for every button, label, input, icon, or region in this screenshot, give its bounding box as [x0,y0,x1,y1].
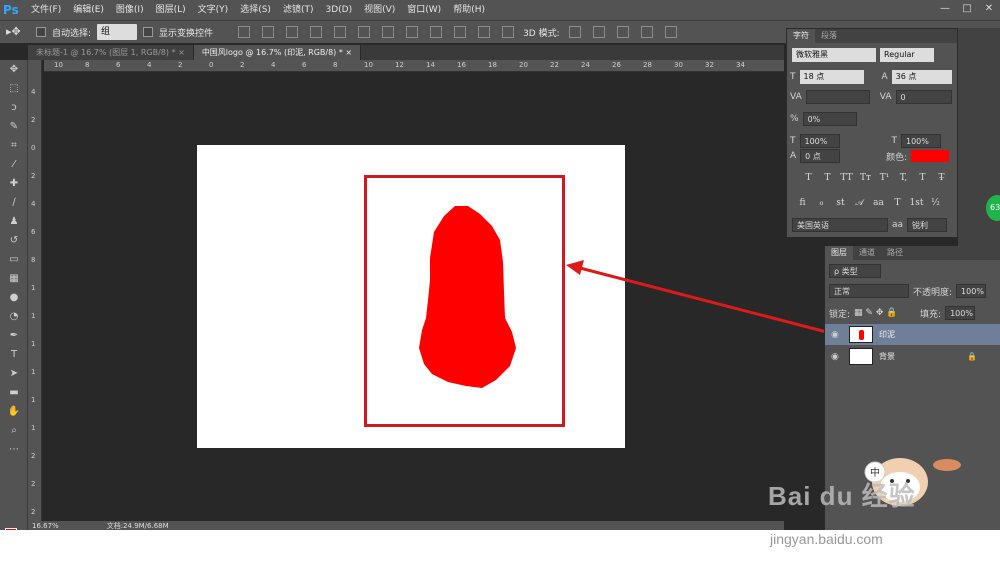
layer-name: 印泥 [879,330,895,339]
type-style-button-1[interactable]: T [820,171,835,186]
font-family-select[interactable]: 微软雅黑 [792,48,876,62]
opacity-label: 不透明度: [913,287,953,298]
language-select[interactable]: 美国英语 [792,218,888,232]
proportional-spacing-icon: % [790,114,799,124]
titling-alt-icon[interactable]: aa [871,196,886,211]
layer-name: 背景 [879,352,895,361]
tracking-icon: VA [879,92,892,102]
swash-icon[interactable]: 𝒜 [852,196,867,211]
font-size-field[interactable]: 18 点 [799,70,864,84]
tracking-field[interactable]: 0 [895,90,952,104]
layers-panel-tabs: 图层 通道 路径 [825,246,1000,260]
antialias-icon: aa [892,220,904,230]
antialias-select[interactable]: 锐利 [907,218,948,232]
highlight-box [364,175,565,427]
tab-layers[interactable]: 图层 [825,246,853,260]
eye-icon[interactable]: ◉ [831,352,843,362]
leading-field[interactable]: 36 点 [891,70,952,84]
type-style-button-0[interactable]: T [801,171,816,186]
type-style-button-5[interactable]: T, [896,171,911,186]
type-style-button-7[interactable]: T̶ [934,171,949,186]
vertical-scale-field[interactable]: 100% [799,134,840,148]
proportional-spacing-field[interactable]: 0% [802,112,857,126]
layer-filter-select[interactable]: ρ 类型 [829,264,881,278]
blend-mode-select[interactable]: 正常 [829,284,909,298]
tt-icon[interactable]: T [890,196,905,211]
layer-row-background[interactable]: ◉ 背景 🔒 [825,346,1000,367]
vertical-scale-icon: T [790,136,796,146]
character-panel: 字符 段落 微软雅黑 Regular T 18 点 A 36 点 VA VA 0… [786,28,958,238]
tab-character[interactable]: 字符 [787,29,815,43]
fill-field[interactable]: 100% [945,306,976,320]
watermark-brand: Bai du 经验 [768,481,916,511]
doc-size: 文档:24.9M/6.68M [106,521,169,530]
character-panel-tabs: 字符 段落 [787,29,957,43]
tab-paragraph[interactable]: 段落 [815,29,843,43]
type-style-button-4[interactable]: T¹ [877,171,892,186]
fill-label: 填充: [920,309,942,320]
opacity-field[interactable]: 100% [956,284,987,298]
lock-label: 锁定: [829,309,851,320]
tab-channels[interactable]: 通道 [853,246,881,260]
horizontal-scale-field[interactable]: 100% [901,134,941,148]
watermark-url: jingyan.baidu.com [770,531,883,547]
layer-thumbnail [849,348,873,365]
ornament-icon[interactable]: ℴ [814,196,829,211]
fi-ligature-icon[interactable]: fi [795,196,810,211]
text-color-swatch[interactable] [911,150,950,162]
photoshop-window: Ps 文件(F) 编辑(E) 图像(I) 图层(L) 文字(Y) 选择(S) 滤镜(T) 3D… [0,0,1000,530]
leading-icon: A [881,72,888,82]
type-style-button-6[interactable]: T [915,171,930,186]
lock-icons[interactable]: ▦ ✎ ✥ 🔒 [854,308,916,318]
horizontal-scale-icon: T [891,136,898,146]
baseline-shift-field[interactable]: 0 点 [800,149,841,163]
type-style-button-3[interactable]: Tт [858,171,873,186]
type-style-button-2[interactable]: TT [839,171,854,186]
fraction-icon[interactable]: ½ [928,196,943,211]
lock-icon: 🔒 [967,352,977,361]
color-label: 颜色: [886,152,908,163]
kerning-field[interactable] [805,90,870,104]
zoom-level[interactable]: 16.67% [32,522,59,530]
font-style-select[interactable]: Regular [880,48,934,62]
ordinal-icon[interactable]: 1st [909,196,924,211]
kerning-icon: VA [790,92,802,102]
stylistic-alt-icon[interactable]: st [833,196,848,211]
tab-paths[interactable]: 路径 [881,246,909,260]
font-size-icon: T [790,72,796,82]
baseline-shift-icon: A [790,151,797,161]
eye-icon[interactable]: ◉ [831,330,843,340]
layer-thumbnail [849,326,873,343]
layer-row-yinni[interactable]: ◉ 印泥 [825,324,1000,345]
status-bar: 16.67% 文档:24.9M/6.68M [28,521,784,530]
